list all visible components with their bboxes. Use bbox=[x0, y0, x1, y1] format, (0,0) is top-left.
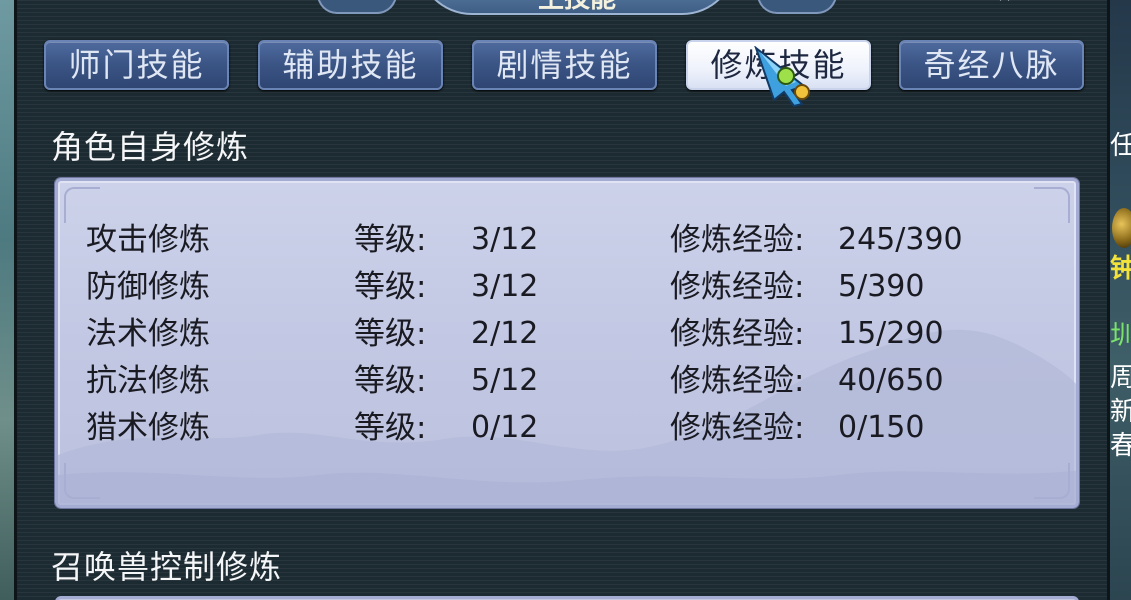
skills-window: 生技能 ✕ 师门技能 辅助技能 剧情技能 修炼技能 奇经八脉 角色自身修炼 攻击… bbox=[14, 0, 1110, 600]
self-cultivation-panel: 攻击修炼 等级: 3/12 修炼经验: 245/390 防御修炼 等级: 3/1… bbox=[55, 178, 1079, 508]
tab-story-skills[interactable]: 剧情技能 bbox=[472, 40, 657, 90]
exp-label: 修炼经验: bbox=[670, 410, 805, 446]
panel-corner-ornament bbox=[1034, 463, 1070, 499]
pet-cultivation-panel bbox=[55, 596, 1079, 600]
background-scene-right: 任 钟 圳 周 新 春 bbox=[1110, 0, 1131, 600]
skill-tabs: 师门技能 辅助技能 剧情技能 修炼技能 奇经八脉 bbox=[44, 40, 1086, 92]
level-label: 等级: bbox=[354, 269, 427, 305]
cultivation-name: 猎术修炼 bbox=[86, 410, 210, 446]
self-cultivation-title: 角色自身修炼 bbox=[51, 128, 250, 166]
level-label: 等级: bbox=[354, 316, 427, 352]
level-label: 等级: bbox=[354, 222, 427, 258]
level-value: 5/12 bbox=[471, 363, 539, 398]
title-ornament bbox=[317, 0, 397, 14]
level-value: 3/12 bbox=[471, 269, 539, 304]
tab-assist-skills[interactable]: 辅助技能 bbox=[258, 40, 443, 90]
exp-label: 修炼经验: bbox=[670, 363, 805, 399]
level-value: 0/12 bbox=[471, 410, 539, 445]
exp-label: 修炼经验: bbox=[670, 316, 805, 352]
cultivation-row: 抗法修炼 等级: 5/12 修炼经验: 40/650 bbox=[86, 358, 1046, 404]
cultivation-row: 防御修炼 等级: 3/12 修炼经验: 5/390 bbox=[86, 264, 1046, 310]
exp-value: 40/650 bbox=[838, 363, 944, 398]
scene-text-fragment: 春 bbox=[1110, 431, 1131, 461]
pet-cultivation-title: 召唤兽控制修炼 bbox=[51, 548, 283, 586]
game-screen: 任 钟 圳 周 新 春 生技能 ✕ 师门技能 辅助技能 剧情技能 修炼技能 奇经… bbox=[0, 0, 1131, 600]
scene-text-fragment: 任 bbox=[1110, 131, 1131, 161]
window-title-bar: 生技能 bbox=[417, 0, 737, 15]
panel-corner-ornament bbox=[64, 463, 100, 499]
cultivation-name: 攻击修炼 bbox=[86, 222, 210, 258]
cultivation-name: 防御修炼 bbox=[86, 269, 210, 305]
exp-value: 245/390 bbox=[838, 222, 963, 257]
tab-meridians[interactable]: 奇经八脉 bbox=[899, 40, 1084, 90]
scene-text-fragment: 新 bbox=[1110, 397, 1131, 427]
level-value: 2/12 bbox=[471, 316, 539, 351]
close-icon[interactable]: ✕ bbox=[997, 0, 1027, 6]
background-scene-left bbox=[0, 0, 14, 600]
exp-label: 修炼经验: bbox=[670, 269, 805, 305]
scene-text-fragment: 圳 bbox=[1110, 321, 1131, 351]
exp-label: 修炼经验: bbox=[670, 222, 805, 258]
level-label: 等级: bbox=[354, 410, 427, 446]
cultivation-row: 攻击修炼 等级: 3/12 修炼经验: 245/390 bbox=[86, 217, 1046, 263]
tab-school-skills[interactable]: 师门技能 bbox=[44, 40, 229, 90]
exp-value: 5/390 bbox=[838, 269, 925, 304]
exp-value: 0/150 bbox=[838, 410, 925, 445]
level-label: 等级: bbox=[354, 363, 427, 399]
coin-icon bbox=[1112, 208, 1131, 248]
scene-text-fragment: 周 bbox=[1110, 363, 1131, 393]
level-value: 3/12 bbox=[471, 222, 539, 257]
exp-value: 15/290 bbox=[838, 316, 944, 351]
title-ornament bbox=[757, 0, 837, 14]
cultivation-row: 法术修炼 等级: 2/12 修炼经验: 15/290 bbox=[86, 311, 1046, 357]
cultivation-name: 法术修炼 bbox=[86, 316, 210, 352]
cultivation-row: 猎术修炼 等级: 0/12 修炼经验: 0/150 bbox=[86, 405, 1046, 451]
pointer-cursor-icon bbox=[754, 46, 810, 108]
window-title: 生技能 bbox=[419, 0, 735, 12]
cultivation-name: 抗法修炼 bbox=[86, 363, 210, 399]
scene-text-fragment: 钟 bbox=[1110, 254, 1131, 284]
